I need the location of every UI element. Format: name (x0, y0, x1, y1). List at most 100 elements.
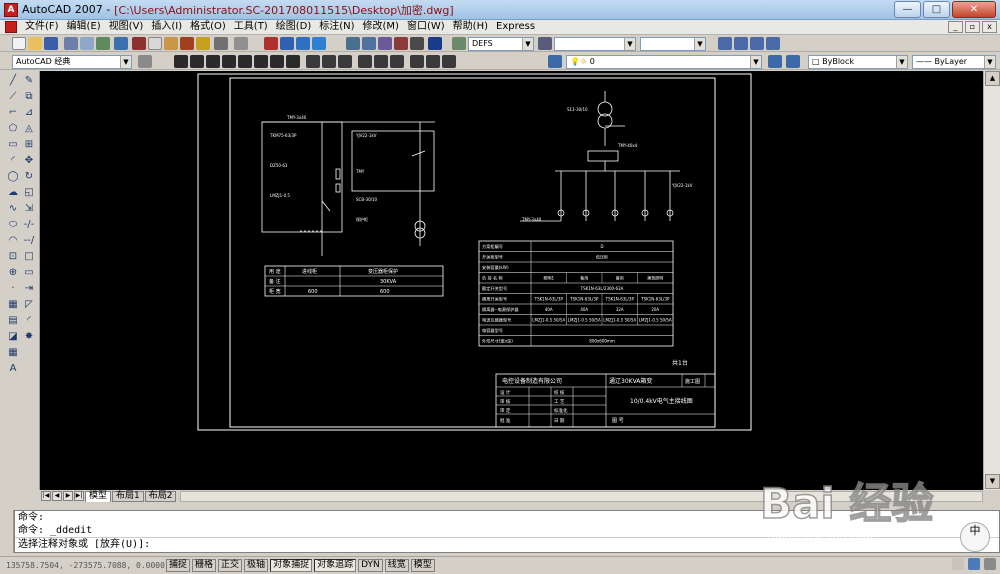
arc-icon[interactable]: ◜ (6, 155, 20, 167)
command-prompt[interactable]: 选择注释对象或 [放弃(U)]: (15, 537, 999, 550)
rectangle-icon[interactable]: ▭ (6, 139, 20, 151)
table-style-combo[interactable]: ▼ (640, 37, 706, 51)
plot-preview-icon[interactable] (80, 37, 94, 50)
scale-icon[interactable]: ◱ (22, 187, 36, 199)
comm-center-icon[interactable] (952, 558, 964, 570)
table-icon[interactable]: ▦ (6, 347, 20, 359)
dim-style-icon[interactable] (538, 37, 552, 50)
maximize-button[interactable]: □ (923, 1, 950, 18)
doc-close-button[interactable]: x (982, 21, 997, 33)
menu-format[interactable]: 格式(O) (186, 20, 230, 34)
jogged-dim-icon[interactable] (254, 55, 268, 68)
osnap-button[interactable]: 对象捕捉 (270, 559, 313, 572)
tray-settings-icon[interactable] (984, 558, 996, 570)
dim-edit-icon[interactable] (410, 55, 424, 68)
ortho-button[interactable]: 正交 (218, 559, 243, 572)
menu-dimension[interactable]: 标注(N) (315, 20, 358, 34)
command-grip[interactable] (0, 510, 14, 553)
properties-icon[interactable] (346, 37, 360, 50)
polyline-icon[interactable]: ⌐ (6, 107, 20, 119)
scroll-down-button[interactable]: ▼ (985, 474, 1000, 489)
polygon-icon[interactable]: ⬠ (6, 123, 20, 135)
paste-icon[interactable] (164, 37, 178, 50)
linetype-combo[interactable]: —— ByLayer ▼ (912, 55, 996, 69)
menu-view[interactable]: 视图(V) (105, 20, 148, 34)
first-tab-button[interactable]: |◀ (41, 491, 51, 501)
gradient-icon[interactable]: ▤ (6, 315, 20, 327)
save-icon[interactable] (44, 37, 58, 50)
copy-icon[interactable] (148, 37, 162, 50)
text-style-icon[interactable] (452, 37, 466, 50)
menu-edit[interactable]: 编辑(E) (63, 20, 105, 34)
tolerance-icon[interactable] (374, 55, 388, 68)
grid-button[interactable]: 栅格 (192, 559, 217, 572)
baseline-dim-icon[interactable] (322, 55, 336, 68)
layer-previous-icon[interactable] (786, 55, 800, 68)
close-button[interactable]: ✕ (952, 1, 996, 18)
angular-dim-icon[interactable] (286, 55, 300, 68)
print-icon[interactable] (64, 37, 78, 50)
menu-window[interactable]: 窗口(W) (403, 20, 449, 34)
continue-dim-icon[interactable] (338, 55, 352, 68)
model-button[interactable]: 模型 (410, 559, 435, 572)
make-current-icon[interactable] (768, 55, 782, 68)
join-icon[interactable]: ⇥ (22, 283, 36, 295)
next-tab-button[interactable]: ▶ (63, 491, 73, 501)
minimize-button[interactable]: — (894, 1, 921, 18)
viewport-object-icon[interactable] (750, 37, 764, 50)
lineweight-button[interactable]: 线宽 (384, 559, 409, 572)
sheet-set-icon[interactable] (394, 37, 408, 50)
offset-icon[interactable]: ◬ (22, 123, 36, 135)
open-icon[interactable] (28, 37, 42, 50)
ordinate-dim-icon[interactable] (222, 55, 236, 68)
ime-indicator[interactable]: 中 (960, 522, 990, 552)
autocad-logo-icon[interactable]: A (4, 2, 18, 17)
copy-object-icon[interactable]: ⧉ (22, 91, 36, 103)
polar-button[interactable]: 极轴 (244, 559, 269, 572)
dyn-button[interactable]: DYN (358, 559, 383, 572)
chamfer-icon[interactable]: ◸ (22, 299, 36, 311)
ellipse-icon[interactable]: ⬭ (6, 219, 20, 231)
rotate-icon[interactable]: ↻ (22, 171, 36, 183)
prev-tab-button[interactable]: ◀ (52, 491, 62, 501)
viewport-clip-icon[interactable] (766, 37, 780, 50)
text-style-combo[interactable]: DEFS ▼ (468, 37, 534, 51)
zoom-realtime-icon[interactable] (280, 37, 294, 50)
markup-icon[interactable] (410, 37, 424, 50)
tool-palettes-icon[interactable] (378, 37, 392, 50)
dim-style-combo[interactable]: ▼ (554, 37, 636, 51)
document-icon[interactable] (5, 21, 17, 33)
explode-icon[interactable]: ✸ (22, 331, 36, 343)
menu-draw[interactable]: 绘图(D) (272, 20, 316, 34)
workspace-settings-icon[interactable] (138, 55, 152, 68)
circle-icon[interactable]: ◯ (6, 171, 20, 183)
design-center-icon[interactable] (362, 37, 376, 50)
quick-dim-icon[interactable] (306, 55, 320, 68)
tab-model[interactable]: 模型 (85, 490, 112, 502)
last-tab-button[interactable]: ▶| (74, 491, 84, 501)
new-icon[interactable] (12, 37, 26, 50)
diameter-dim-icon[interactable] (270, 55, 284, 68)
zoom-previous-icon[interactable] (312, 37, 326, 50)
point-icon[interactable]: · (6, 283, 20, 295)
color-combo[interactable]: □ ByBlock ▼ (808, 55, 908, 69)
zoom-window-icon[interactable] (296, 37, 310, 50)
tab-layout1[interactable]: 布局1 (112, 490, 144, 502)
make-block-icon[interactable]: ⊕ (6, 267, 20, 279)
mirror-icon[interactable]: ⊿ (22, 107, 36, 119)
menu-express[interactable]: Express (492, 20, 539, 34)
move-icon[interactable]: ✥ (22, 155, 36, 167)
region-icon[interactable]: ◪ (6, 331, 20, 343)
lock-icon[interactable] (968, 558, 980, 570)
command-window[interactable]: 命令: 命令: _ddedit 选择注释对象或 [放弃(U)]: (14, 510, 1000, 553)
spline-icon[interactable]: ∿ (6, 203, 20, 215)
multiline-text-icon[interactable]: A (6, 363, 20, 375)
radius-dim-icon[interactable] (238, 55, 252, 68)
undo-icon[interactable] (214, 37, 228, 50)
array-icon[interactable]: ⊞ (22, 139, 36, 151)
center-mark-icon[interactable] (390, 55, 404, 68)
viewport-poly-icon[interactable] (734, 37, 748, 50)
dim-text-edit-icon[interactable] (426, 55, 440, 68)
revision-cloud-icon[interactable]: ☁ (6, 187, 20, 199)
construction-line-icon[interactable]: ⟋ (6, 91, 20, 103)
